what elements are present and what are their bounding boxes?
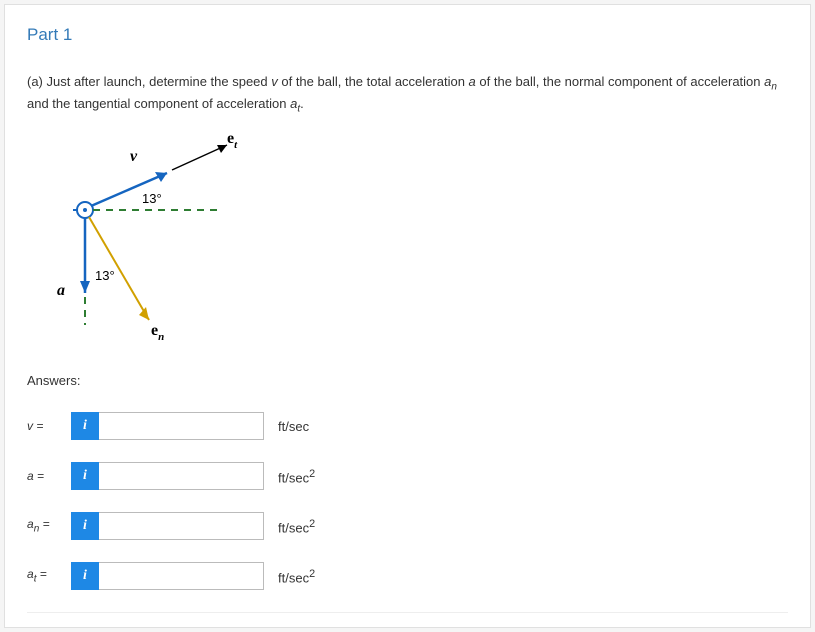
input-v[interactable] bbox=[99, 412, 264, 440]
et-sub: t bbox=[234, 139, 238, 151]
unit-an-base: ft/sec bbox=[278, 520, 309, 535]
q-an-sub: n bbox=[771, 82, 777, 93]
input-at[interactable] bbox=[99, 562, 264, 590]
q-suffix: . bbox=[300, 96, 304, 111]
var-label-v: v = bbox=[27, 419, 71, 433]
var-label-an: an = bbox=[27, 517, 71, 534]
et-label: e bbox=[227, 130, 234, 147]
var-label-at: at = bbox=[27, 567, 71, 584]
input-an[interactable] bbox=[99, 512, 264, 540]
answer-row-v: v = i ft/sec bbox=[27, 412, 788, 440]
unit-a-sup: 2 bbox=[309, 468, 315, 480]
vector-diagram: 13° 13° v a et en bbox=[27, 125, 247, 355]
eq-v: = bbox=[33, 419, 43, 433]
unit-an-sup: 2 bbox=[309, 518, 315, 530]
info-button-v[interactable]: i bbox=[71, 412, 99, 440]
info-button-at[interactable]: i bbox=[71, 562, 99, 590]
info-button-a[interactable]: i bbox=[71, 462, 99, 490]
svg-text:en: en bbox=[151, 322, 164, 343]
angle-upper: 13° bbox=[142, 191, 162, 206]
v-label: v bbox=[130, 148, 138, 165]
q-mid1: of the ball, the total acceleration bbox=[278, 74, 469, 89]
input-a[interactable] bbox=[99, 462, 264, 490]
q-mid3: and the tangential component of accelera… bbox=[27, 96, 290, 111]
eq-at: = bbox=[36, 567, 46, 581]
a-label: a bbox=[57, 282, 65, 299]
svg-text:et: et bbox=[227, 130, 238, 151]
info-button-an[interactable]: i bbox=[71, 512, 99, 540]
var-at: a bbox=[27, 567, 34, 581]
eq-an: = bbox=[39, 517, 49, 531]
answer-row-at: at = i ft/sec2 bbox=[27, 562, 788, 590]
en-label: e bbox=[151, 322, 158, 339]
unit-v: ft/sec bbox=[278, 419, 309, 434]
answer-row-an: an = i ft/sec2 bbox=[27, 512, 788, 540]
unit-at: ft/sec2 bbox=[278, 568, 315, 585]
unit-a-base: ft/sec bbox=[278, 470, 309, 485]
var-a: a bbox=[27, 469, 34, 483]
diagram-svg: 13° 13° v a et en bbox=[27, 125, 247, 355]
q-a: a bbox=[469, 74, 476, 89]
part-title: Part 1 bbox=[27, 25, 788, 45]
q-mid2: of the ball, the normal component of acc… bbox=[476, 74, 764, 89]
question-card: Part 1 (a) Just after launch, determine … bbox=[4, 4, 811, 628]
var-an: a bbox=[27, 517, 34, 531]
unit-at-base: ft/sec bbox=[278, 570, 309, 585]
var-label-a: a = bbox=[27, 469, 71, 483]
question-text: (a) Just after launch, determine the spe… bbox=[27, 73, 788, 117]
unit-at-sup: 2 bbox=[309, 568, 315, 580]
angle-lower: 13° bbox=[95, 268, 115, 283]
unit-an: ft/sec2 bbox=[278, 518, 315, 535]
unit-a: ft/sec2 bbox=[278, 468, 315, 485]
q-prefix: (a) Just after launch, determine the spe… bbox=[27, 74, 271, 89]
answers-heading: Answers: bbox=[27, 373, 788, 388]
eq-a: = bbox=[34, 469, 44, 483]
answer-row-a: a = i ft/sec2 bbox=[27, 462, 788, 490]
en-sub: n bbox=[158, 331, 164, 343]
divider bbox=[27, 612, 788, 613]
